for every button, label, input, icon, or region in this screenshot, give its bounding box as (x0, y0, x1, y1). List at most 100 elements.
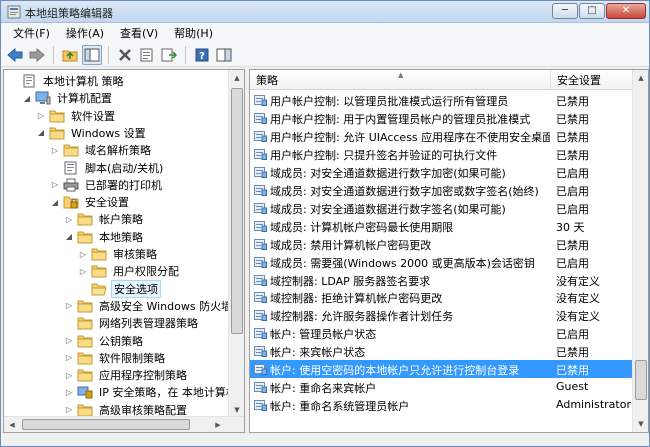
policy-row[interactable]: 帐户: 重命名系统管理员帐户 Administrator (250, 396, 633, 414)
tree-item-label: 软件设置 (71, 109, 115, 123)
tree-hscroll-thumb[interactable] (22, 419, 190, 430)
collapsed-arrow-icon[interactable]: ▷ (78, 250, 88, 259)
maximize-button[interactable]: □ (579, 3, 605, 19)
tree-item[interactable]: ▷ 已部署的打印机 (50, 176, 164, 194)
policy-icon (254, 130, 267, 142)
forward-button[interactable] (27, 45, 47, 65)
show-hide-button[interactable] (214, 45, 234, 65)
expanded-arrow-icon[interactable]: ◢ (36, 128, 46, 137)
policy-row[interactable]: 用户帐户控制: 只提升签名并验证的可执行文件 已禁用 (250, 145, 633, 163)
scroll-up-icon[interactable]: ▲ (633, 70, 648, 86)
policy-row[interactable]: 域成员: 禁用计算机帐户密码更改 已禁用 (250, 235, 633, 253)
menu-view[interactable]: 查看(V) (112, 25, 166, 41)
policy-icon (254, 94, 267, 106)
collapsed-arrow-icon[interactable]: ▷ (78, 267, 88, 276)
policy-row[interactable]: 域成员: 需要强(Windows 2000 或更高版本)会话密钥 已启用 (250, 253, 633, 271)
list-vertical-scrollbar[interactable]: ▲ ▼ (632, 70, 648, 432)
policy-row[interactable]: 域成员: 对安全通道数据进行数字签名(如果可能) 已启用 (250, 199, 633, 217)
tree-item[interactable]: ◢ 安全设置 (50, 193, 131, 211)
properties-button[interactable] (137, 45, 157, 65)
scroll-up-icon[interactable]: ▲ (229, 70, 244, 86)
tree-item-label: 高级安全 Windows 防火墙 (99, 299, 233, 313)
policy-security-setting: 已启用 (556, 202, 589, 216)
policy-row[interactable]: 用户帐户控制: 允许 UIAccess 应用程序在不使用安全桌面... 已禁用 (250, 127, 633, 145)
tree-item[interactable]: ◢ 本地策略 (64, 228, 145, 246)
tree-scroll-thumb[interactable] (231, 88, 243, 334)
policy-row[interactable]: 域成员: 计算机帐户密码最长使用期限 30 天 (250, 217, 633, 235)
policy-row[interactable]: 帐户: 重命名来宾帐户 Guest (250, 378, 633, 396)
collapsed-arrow-icon[interactable]: ▷ (64, 388, 74, 397)
tree-item[interactable]: ▷ IP 安全策略，在 本地计算机 (64, 383, 239, 401)
tree-item-label: 域名解析策略 (85, 144, 151, 158)
tree-item[interactable]: ▷ 软件设置 (36, 107, 117, 125)
tree-item[interactable]: ▷ 高级安全 Windows 防火墙 (64, 297, 234, 315)
folder-icon (77, 299, 93, 313)
forward-icon (29, 47, 45, 62)
help-button[interactable]: ? (192, 45, 212, 65)
policy-row[interactable]: 用户帐户控制: 以管理员批准模式运行所有管理员 已禁用 (250, 91, 633, 109)
svg-text:?: ? (199, 51, 205, 62)
tree-item[interactable]: 网络列表管理器策略 (64, 314, 200, 332)
menu-action[interactable]: 操作(A) (58, 25, 112, 41)
close-button[interactable]: ✕ (606, 3, 646, 19)
toolbar-separator (185, 45, 186, 64)
expanded-arrow-icon[interactable]: ◢ (50, 198, 60, 207)
tree-item[interactable]: ▷ 审核策略 (78, 245, 159, 263)
expanded-arrow-icon[interactable]: ◢ (64, 232, 74, 241)
tree-item[interactable]: ▷ 用户权限分配 (78, 262, 181, 280)
tree-item[interactable]: 本地计算机 策略 (8, 72, 126, 90)
export-button[interactable] (159, 45, 179, 65)
collapsed-arrow-icon[interactable]: ▷ (64, 405, 74, 414)
show-tree-button[interactable] (82, 44, 102, 65)
tree-item[interactable]: ◢ 计算机配置 (22, 89, 114, 107)
collapsed-arrow-icon[interactable]: ▷ (64, 353, 74, 362)
help-icon: ? (195, 48, 209, 62)
scroll-right-icon[interactable]: ▶ (210, 417, 226, 432)
title-bar[interactable]: 本地组策略编辑器 ─ □ ✕ (1, 1, 649, 23)
folder-icon (77, 351, 93, 365)
policy-row[interactable]: 域控制器: 拒绝计算机帐户密码更改 没有定义 (250, 288, 633, 306)
policy-row[interactable]: 帐户: 管理员帐户状态 已启用 (250, 324, 633, 342)
policy-row[interactable]: 域控制器: 允许服务器操作者计划任务 没有定义 (250, 306, 633, 324)
tree-item[interactable]: 脚本(启动/关机) (50, 159, 165, 177)
delete-button[interactable] (115, 45, 135, 65)
console-tree[interactable]: 本地计算机 策略 ◢ 计算机配置 ▷ 软件设置 ◢ Windows 设置 ▷ 域名解析策略 脚本(… (3, 69, 245, 433)
policy-row[interactable]: 域成员: 对安全通道数据进行数字加密(如果可能) 已启用 (250, 163, 633, 181)
tree-horizontal-scrollbar[interactable]: ◀ ▶ (4, 416, 244, 432)
policy-row[interactable]: 域成员: 对安全通道数据进行数字加密或数字签名(始终) 已启用 (250, 181, 633, 199)
tree-item[interactable]: ◢ Windows 设置 (36, 124, 148, 142)
menu-file[interactable]: 文件(F) (5, 25, 58, 41)
policy-row[interactable]: 帐户: 使用空密码的本地帐户只允许进行控制台登录 已禁用 (250, 360, 633, 379)
list-scroll-thumb[interactable] (635, 360, 647, 400)
column-security-setting[interactable]: 安全设置 (551, 70, 633, 90)
policy-name: 域控制器: LDAP 服务器签名要求 (270, 274, 431, 288)
collapsed-arrow-icon[interactable]: ▷ (64, 215, 74, 224)
tree-vertical-scrollbar[interactable]: ▲ ▼ (228, 70, 244, 418)
policy-list[interactable]: 策略 ▲ 安全设置 用户帐户控制: 以管理员批准模式运行所有管理员 已禁用 用户帐户控… (249, 69, 649, 433)
minimize-button[interactable]: ─ (552, 3, 578, 19)
collapsed-arrow-icon[interactable]: ▷ (50, 146, 60, 155)
tree-item[interactable]: ▷ 帐户策略 (64, 210, 145, 228)
tree-item[interactable]: ▷ 域名解析策略 (50, 141, 153, 159)
collapsed-arrow-icon[interactable]: ▷ (64, 371, 74, 380)
policy-security-setting: 已禁用 (556, 238, 589, 252)
collapsed-arrow-icon[interactable]: ▷ (50, 180, 60, 189)
collapsed-arrow-icon[interactable]: ▷ (64, 336, 74, 345)
tree-item[interactable]: ▷ 软件限制策略 (64, 349, 167, 367)
collapsed-arrow-icon[interactable]: ▷ (64, 301, 74, 310)
policy-row[interactable]: 用户帐户控制: 用于内置管理员帐户的管理员批准模式 已禁用 (250, 109, 633, 127)
policy-row[interactable]: 帐户: 来宾帐户状态 已禁用 (250, 342, 633, 360)
scroll-down-icon[interactable]: ▼ (633, 416, 648, 432)
show-tree-icon (84, 48, 100, 61)
up-folder-button[interactable] (60, 45, 80, 65)
tree-item[interactable]: ▷ 公钥策略 (64, 332, 145, 350)
tree-item[interactable]: ▷ 应用程序控制策略 (64, 366, 189, 384)
back-button[interactable] (5, 45, 25, 65)
collapsed-arrow-icon[interactable]: ▷ (36, 111, 46, 120)
column-policy[interactable]: 策略 ▲ (250, 70, 551, 90)
scroll-left-icon[interactable]: ◀ (4, 417, 20, 432)
policy-row[interactable]: 域控制器: LDAP 服务器签名要求 没有定义 (250, 271, 633, 289)
tree-item[interactable]: 安全选项 (78, 279, 161, 298)
expanded-arrow-icon[interactable]: ◢ (22, 94, 32, 103)
menu-help[interactable]: 帮助(H) (166, 25, 221, 41)
